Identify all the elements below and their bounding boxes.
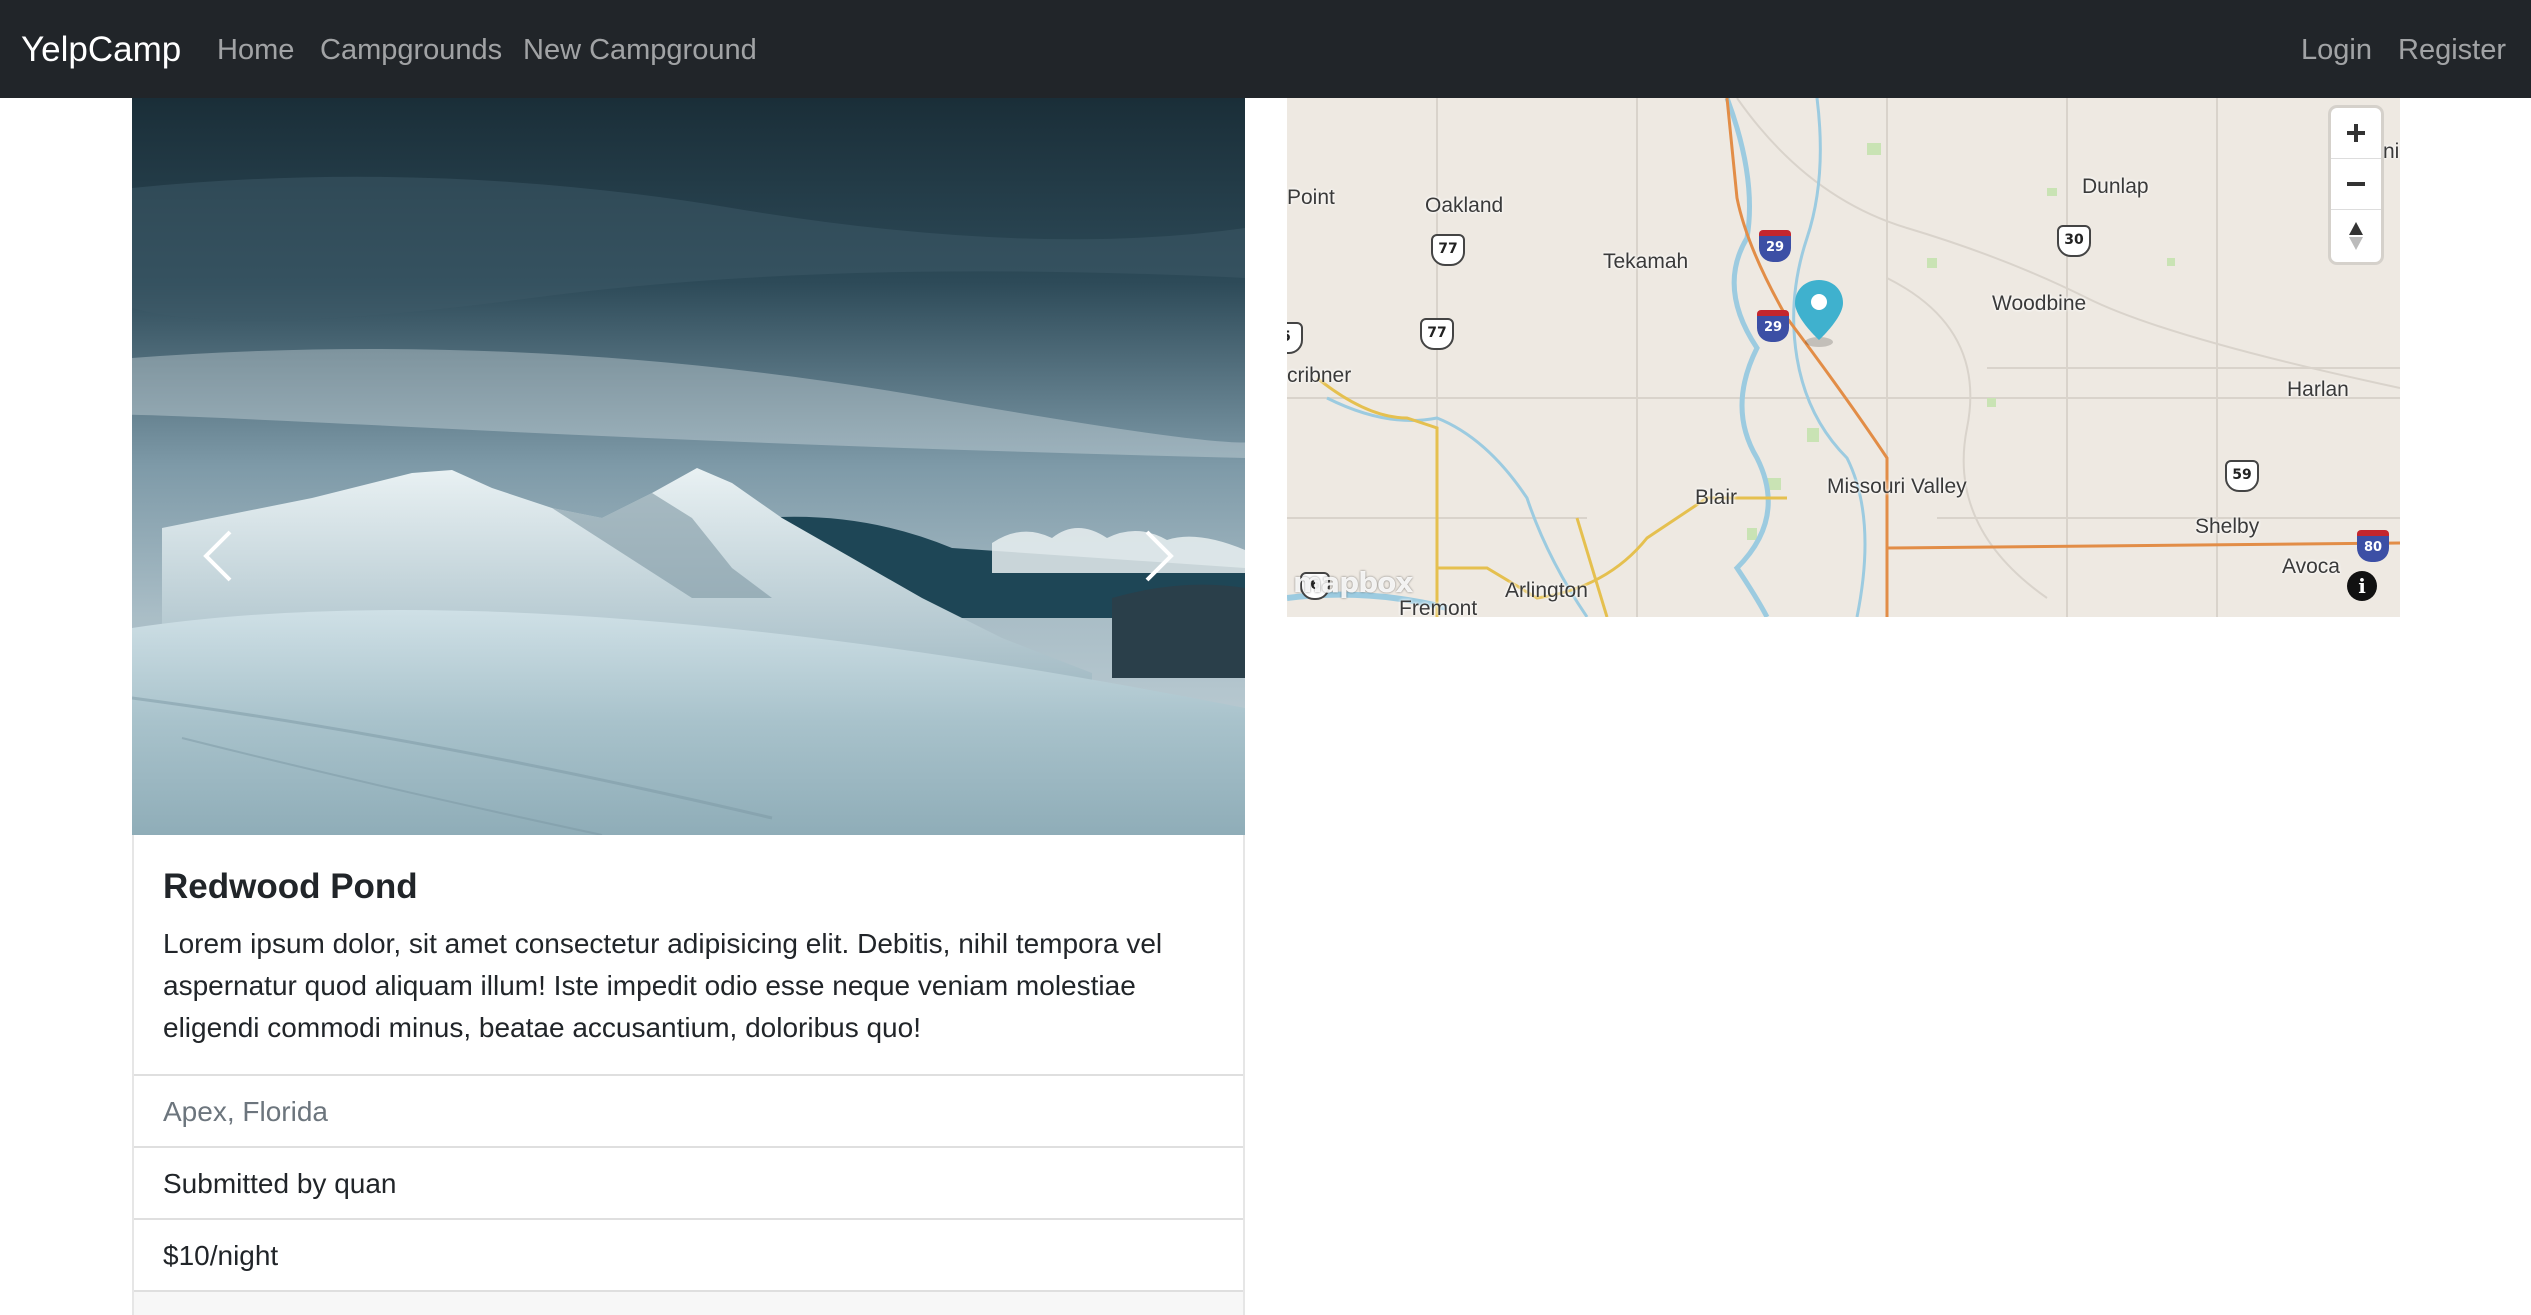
plus-icon (2347, 124, 2365, 142)
location-marker-icon[interactable] (1793, 278, 1845, 348)
map-navigation-controls (2331, 108, 2381, 262)
map-label-woodbine: Woodbine (1992, 292, 2087, 315)
campground-description: Lorem ipsum dolor, sit amet consectetur … (163, 928, 1163, 1043)
map-base-layer (1287, 98, 2400, 617)
route-shield-i29: 29 (1757, 310, 1789, 342)
nav-link-new-campground[interactable]: New Campground (523, 32, 757, 68)
map-label-oakland: Oakland (1425, 194, 1504, 217)
route-shield-us59: 59 (2225, 460, 2259, 492)
route-shield-us77: 77 (1420, 318, 1454, 350)
map-label-avoca: Avoca (2282, 555, 2340, 578)
campground-title: Redwood Pond (163, 867, 418, 906)
campground-map[interactable]: Point Oakland Tekamah Dunlap Woodbine cr… (1287, 98, 2400, 617)
carousel-prev-button[interactable] (132, 98, 372, 835)
route-shield-i80: 80 (2357, 530, 2389, 562)
card-footer (134, 1290, 1243, 1315)
map-label-harlan: Harlan (2287, 378, 2349, 401)
compass-icon (2349, 221, 2363, 250)
reset-bearing-button[interactable] (2331, 210, 2381, 261)
nav-link-home[interactable]: Home (217, 32, 294, 68)
map-label-blair: Blair (1695, 486, 1738, 509)
brand-link[interactable]: YelpCamp (21, 29, 181, 71)
map-label-scribner: cribner (1287, 364, 1352, 387)
nav-link-register[interactable]: Register (2398, 32, 2506, 68)
campground-card: Redwood Pond Lorem ipsum dolor, sit amet… (132, 835, 1245, 1315)
navbar: YelpCamp Home Campgrounds New Campground… (0, 0, 2531, 98)
carousel-next-button[interactable] (1005, 98, 1245, 835)
nav-link-login[interactable]: Login (2301, 32, 2372, 68)
chevron-right-icon (1145, 530, 1174, 582)
attribution-info-icon[interactable]: i (2347, 571, 2377, 601)
campground-location: Apex, Florida (134, 1074, 1243, 1146)
map-label-tekamah: Tekamah (1603, 250, 1689, 273)
map-label-missouri-valley: Missouri Valley (1827, 475, 1967, 498)
zoom-out-button[interactable] (2331, 159, 2381, 210)
map-label-fremont: Fremont (1399, 597, 1478, 617)
chevron-left-icon (203, 530, 232, 582)
campground-author: Submitted by quan (134, 1146, 1243, 1218)
minus-icon (2347, 182, 2365, 186)
route-shield-i29: 29 (1759, 230, 1791, 262)
route-shield-us30: 30 (2057, 225, 2091, 257)
mapbox-logo[interactable]: mapbox (1293, 566, 1413, 599)
map-label-edge: ni (2383, 140, 2400, 163)
map-label-shelby: Shelby (2195, 515, 2260, 538)
campground-price: $10/night (134, 1218, 1243, 1290)
nav-link-campgrounds[interactable]: Campgrounds (320, 32, 502, 68)
map-label-point: Point (1287, 186, 1335, 209)
map-label-dunlap: Dunlap (2082, 175, 2149, 198)
map-label-arlington: Arlington (1505, 579, 1588, 602)
image-carousel (132, 98, 1245, 835)
route-shield-us77: 77 (1431, 234, 1465, 266)
zoom-in-button[interactable] (2331, 108, 2381, 159)
